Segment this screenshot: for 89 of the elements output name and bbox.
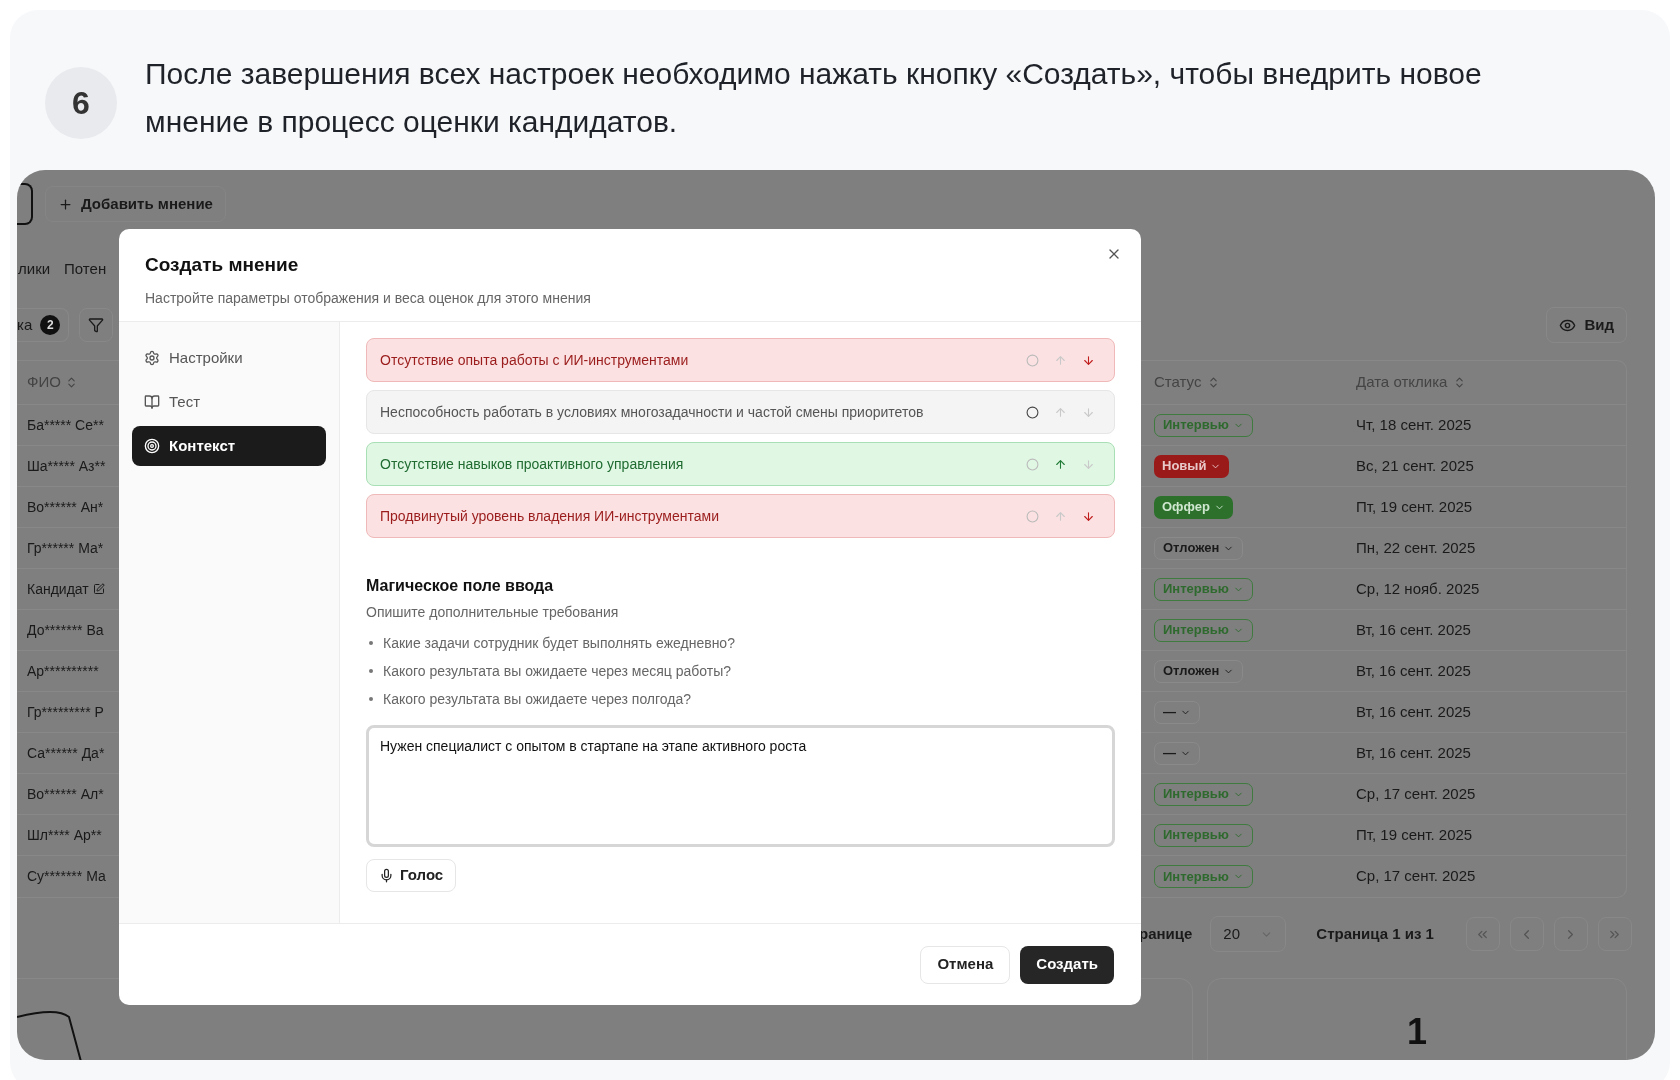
- circle-icon: [1025, 353, 1039, 367]
- status-dropdown[interactable]: Новый: [1154, 454, 1230, 478]
- table-cell-text: Ср, 17 сент. 2025: [1356, 783, 1476, 804]
- view-button[interactable]: Вид: [1546, 307, 1627, 343]
- sidebar-item[interactable]: Контекст: [132, 426, 326, 466]
- table-cell-text: Ср, 17 сент. 2025: [1356, 866, 1476, 887]
- table-cell-text: Пт, 19 сент. 2025: [1356, 824, 1473, 845]
- section-title: Магическое поле ввода: [366, 576, 555, 596]
- status-dropdown[interactable]: Отложен: [1154, 659, 1244, 683]
- table-cell-text: Гр********* Р: [27, 702, 104, 722]
- previous-page-button[interactable]: [1509, 917, 1544, 951]
- arrow-down-icon: [1081, 353, 1095, 367]
- table-cell-text: Пн, 22 сент. 2025: [1356, 537, 1476, 558]
- rows-per-page-select[interactable]: 20: [1210, 916, 1287, 952]
- rows-per-page-label: ранице: [1139, 923, 1193, 944]
- filter-label: ка: [17, 314, 33, 335]
- section-subtitle: Опишите дополнительные требования: [366, 603, 620, 622]
- table-cell-text: Гр****** Ма*: [27, 538, 104, 558]
- table-cell-text: Во****** Ан*: [27, 497, 104, 517]
- arrow-up-icon: [1053, 405, 1067, 419]
- table-cell-text: Ба***** Се**: [27, 415, 104, 435]
- arrow-up-icon: [1053, 353, 1067, 367]
- microphone-icon: [379, 868, 394, 883]
- status-dropdown[interactable]: Оффер: [1154, 495, 1233, 519]
- dialog-subtitle: Настройте параметры отображения и веса оценок для этого мнения: [145, 288, 592, 308]
- gear-icon: [144, 350, 160, 366]
- page-indicator: Страница 1 из 1: [1316, 923, 1434, 944]
- filter-button[interactable]: [79, 308, 114, 342]
- summary-value: 1: [1407, 1010, 1427, 1054]
- table-cell-text: Су******* Ма: [27, 867, 106, 886]
- table-cell-text: Вт, 16 сент. 2025: [1356, 701, 1471, 722]
- create-button[interactable]: Создать: [1020, 945, 1114, 984]
- plus-icon: [58, 196, 73, 212]
- table-cell-text: Са****** Да*: [27, 743, 105, 763]
- status-dropdown[interactable]: Отложен: [1154, 536, 1244, 560]
- arrow-up-icon: [1053, 457, 1067, 471]
- arrow-up-icon: [1053, 509, 1067, 523]
- table-cell-text: Ар**********: [27, 661, 99, 681]
- bullet-icon: [369, 641, 373, 645]
- last-page-button[interactable]: [1597, 917, 1632, 951]
- voice-button[interactable]: Голос: [366, 859, 457, 892]
- first-page-button[interactable]: [1465, 917, 1500, 951]
- status-dropdown[interactable]: —: [1154, 700, 1200, 724]
- table-cell-text: Чт, 18 сент. 2025: [1356, 414, 1472, 435]
- bullet-icon: [369, 669, 373, 673]
- count-badge: 2: [40, 315, 61, 335]
- bullet-icon: [369, 697, 373, 701]
- filter-chip[interactable]: ка 2: [17, 308, 70, 342]
- criterion-text: Неспособность работать в условиях многозадачности и частой смены приоритетов: [380, 402, 925, 422]
- partial-button[interactable]: [17, 183, 33, 225]
- table-cell-text: Во****** Ал*: [27, 784, 104, 804]
- criterion-text: Отсутствие навыков проактивного управления: [380, 454, 685, 474]
- requirements-input-field[interactable]: Нужен специалист с опытом в стартапе на этапе активного роста: [366, 725, 1115, 847]
- arrow-down-icon: [1081, 509, 1095, 523]
- tab[interactable]: Потен: [64, 257, 107, 281]
- arrow-down-icon: [1081, 457, 1095, 471]
- step-description: После завершения всех настроек необходимо нажать кнопку «Создать», чтобы внедрить новое мнение в процесс оценки кандидатов.: [145, 56, 1483, 140]
- table-cell-text: Вт, 16 сент. 2025: [1356, 660, 1471, 681]
- add-opinion-button[interactable]: Добавить мнение: [45, 186, 226, 222]
- tab[interactable]: лики: [18, 257, 51, 281]
- status-dropdown[interactable]: —: [1154, 741, 1200, 765]
- hint-text: Какие задачи сотрудник будет выполнять ежедневно?: [383, 633, 735, 653]
- table-cell-text: До******* Ва: [27, 620, 104, 640]
- column-header[interactable]: Статус: [1146, 371, 1356, 394]
- filter-icon: [88, 317, 105, 333]
- table-cell-text: Пт, 19 сент. 2025: [1356, 496, 1473, 517]
- table-cell-text: Вс, 21 сент. 2025: [1356, 455, 1474, 476]
- table-cell-text: Шл**** Ар**: [27, 825, 102, 845]
- table-cell-text: Ша***** Аз**: [27, 456, 106, 476]
- dialog-title: Создать мнение: [145, 253, 300, 277]
- neutral-weight-button[interactable]: [1024, 404, 1040, 420]
- next-page-button[interactable]: [1553, 917, 1588, 951]
- hint-text: Какого результата вы ожидаете через месяц работы?: [383, 661, 732, 681]
- step-number-badge: 6: [45, 67, 117, 139]
- table-cell-text: Кандидат: [27, 579, 89, 599]
- table-cell-text: Ср, 12 нояб. 2025: [1356, 578, 1480, 599]
- circle-icon: [1025, 405, 1039, 419]
- book-icon: [144, 394, 160, 410]
- target-icon: [144, 438, 160, 454]
- cancel-button[interactable]: Отмена: [920, 945, 1011, 984]
- table-cell-text: Вт, 16 сент. 2025: [1356, 742, 1471, 763]
- circle-icon: [1025, 509, 1039, 523]
- hint-text: Какого результата вы ожидаете через полгода?: [383, 689, 692, 709]
- circle-icon: [1025, 457, 1039, 471]
- column-header[interactable]: Дата отклика: [1356, 371, 1626, 394]
- criterion-text: Продвинутый уровень владения ИИ-инструментами: [380, 506, 720, 526]
- arrow-down-icon: [1081, 405, 1095, 419]
- table-cell-text: Вт, 16 сент. 2025: [1356, 619, 1471, 640]
- criterion-text: Отсутствие опыта работы с ИИ-инструментами: [380, 350, 690, 370]
